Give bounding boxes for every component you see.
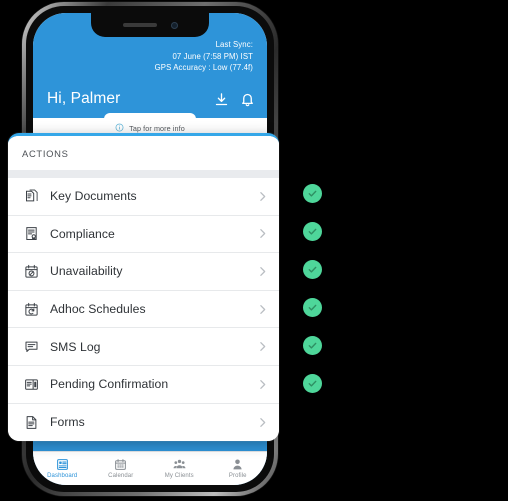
bottom-navigation: Dashboard Calendar My Clients Profile <box>33 451 267 485</box>
last-sync-time: 07 June (7:58 PM) IST <box>172 51 253 61</box>
info-strip-label: Tap for more info <box>129 123 185 133</box>
front-camera <box>170 21 178 29</box>
chevron-right-icon[interactable] <box>256 227 269 240</box>
actions-card-title: ACTIONS <box>8 136 279 170</box>
nav-label-my-clients: My Clients <box>164 473 194 479</box>
chevron-right-icon[interactable] <box>256 378 269 391</box>
action-row-compliance[interactable]: Compliance <box>8 215 279 254</box>
nav-label-dashboard: Dashboard <box>47 473 78 479</box>
status-badge-sms-log <box>303 336 322 355</box>
nav-item-profile[interactable]: Profile <box>209 452 268 485</box>
calendar-blocked-icon <box>22 264 41 279</box>
status-badge-adhoc-schedules <box>303 298 322 317</box>
nav-label-calendar: Calendar <box>108 473 134 479</box>
documents-icon <box>22 189 41 204</box>
status-badge-key-documents <box>303 184 322 203</box>
greeting-text: Hi, Palmer <box>47 90 121 107</box>
greeting-row: Hi, Palmer <box>47 90 255 108</box>
action-row-sms-log[interactable]: SMS Log <box>8 328 279 366</box>
last-sync-label: Last Sync: <box>215 40 253 49</box>
earpiece-speaker <box>122 23 157 27</box>
check-icon <box>308 380 317 387</box>
calendar-refresh-icon <box>22 302 41 317</box>
nav-item-calendar[interactable]: Calendar <box>92 452 151 485</box>
person-icon <box>231 458 244 471</box>
chevron-right-icon[interactable] <box>256 190 269 203</box>
chevron-right-icon[interactable] <box>256 303 269 316</box>
check-icon <box>308 266 317 273</box>
action-label-adhoc-schedules: Adhoc Schedules <box>50 302 146 317</box>
check-icon <box>308 190 317 197</box>
actions-card: ACTIONS Key Documents Compliance Unavail… <box>8 133 279 442</box>
action-label-unavailability: Unavailability <box>50 264 123 279</box>
nav-label-profile: Profile <box>228 473 247 479</box>
screenshot-stage: Last Sync: 07 June (7:58 PM) IST GPS Acc… <box>0 0 508 501</box>
action-label-forms: Forms <box>50 415 85 430</box>
calendar-icon <box>114 458 127 471</box>
header-actions <box>214 92 255 107</box>
dashboard-icon <box>56 458 69 471</box>
action-label-pending-confirmation: Pending Confirmation <box>50 377 169 392</box>
gps-accuracy: GPS Accuracy : Low (77.4f) <box>154 63 253 72</box>
action-row-pending-confirmation[interactable]: Pending Confirmation <box>8 365 279 404</box>
nav-item-dashboard[interactable]: Dashboard <box>33 452 92 485</box>
check-icon <box>308 228 317 235</box>
chevron-right-icon[interactable] <box>256 416 269 429</box>
phone-notch <box>91 13 209 37</box>
download-icon[interactable] <box>214 92 229 107</box>
nav-item-my-clients[interactable]: My Clients <box>150 452 209 485</box>
chat-bubble-icon <box>22 339 41 354</box>
action-row-key-documents[interactable]: Key Documents <box>8 178 279 216</box>
action-row-forms[interactable]: Forms <box>8 403 279 442</box>
status-badge-pending-confirmation <box>303 374 322 393</box>
people-icon <box>173 458 186 471</box>
chevron-right-icon[interactable] <box>256 340 269 353</box>
sync-status: Last Sync: 07 June (7:58 PM) IST GPS Acc… <box>47 39 253 74</box>
check-icon <box>308 304 317 311</box>
action-row-adhoc-schedules[interactable]: Adhoc Schedules <box>8 290 279 329</box>
certificate-icon <box>22 226 41 241</box>
status-badge-compliance <box>303 222 322 241</box>
action-label-sms-log: SMS Log <box>50 339 101 354</box>
document-icon <box>22 415 41 430</box>
id-card-icon <box>22 377 41 392</box>
action-label-key-documents: Key Documents <box>50 189 137 204</box>
action-row-unavailability[interactable]: Unavailability <box>8 253 279 291</box>
bell-icon[interactable] <box>240 92 255 107</box>
action-label-compliance: Compliance <box>50 226 115 241</box>
status-badge-unavailability <box>303 260 322 279</box>
check-icon <box>308 342 317 349</box>
chevron-right-icon[interactable] <box>256 265 269 278</box>
actions-card-divider <box>8 170 279 178</box>
